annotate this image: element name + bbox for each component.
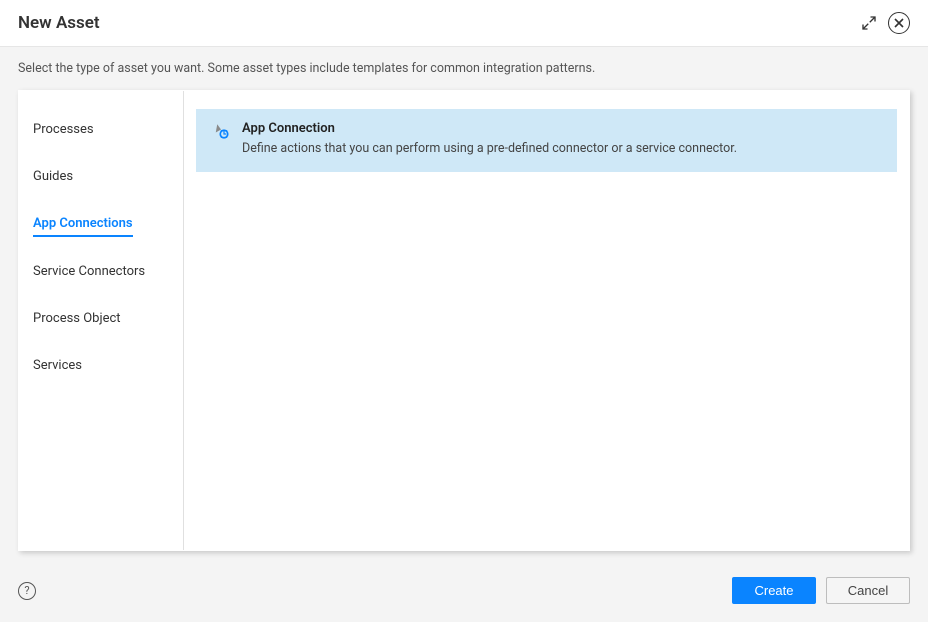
sidebar-item-services[interactable]: Services	[33, 353, 82, 378]
sidebar-item-service-connectors[interactable]: Service Connectors	[33, 259, 145, 284]
dialog-header: New Asset	[0, 0, 928, 47]
app-connection-card[interactable]: App Connection Define actions that you c…	[196, 109, 897, 172]
cancel-button[interactable]: Cancel	[826, 577, 910, 604]
content-area: Processes Guides App Connections Service…	[0, 90, 928, 565]
close-icon[interactable]	[888, 12, 910, 34]
help-icon[interactable]: ?	[18, 582, 36, 600]
card-body: App Connection Define actions that you c…	[242, 121, 881, 158]
sidebar-item-processes[interactable]: Processes	[33, 117, 94, 142]
dialog-title: New Asset	[18, 13, 100, 33]
sidebar-item-app-connections[interactable]: App Connections	[33, 211, 133, 237]
asset-panel: Processes Guides App Connections Service…	[18, 90, 910, 551]
description-text: Select the type of asset you want. Some …	[0, 47, 928, 90]
header-controls	[860, 12, 910, 34]
asset-type-sidebar: Processes Guides App Connections Service…	[19, 91, 184, 550]
card-title: App Connection	[242, 121, 881, 136]
main-panel: App Connection Define actions that you c…	[184, 91, 909, 550]
card-description: Define actions that you can perform usin…	[242, 140, 881, 158]
dialog-footer: ? Create Cancel	[0, 565, 928, 622]
sidebar-item-process-object[interactable]: Process Object	[33, 306, 121, 331]
create-button[interactable]: Create	[732, 577, 816, 604]
sidebar-item-guides[interactable]: Guides	[33, 164, 73, 189]
connector-icon	[212, 122, 230, 140]
new-asset-dialog: New Asset Select the type of asset you w…	[0, 0, 928, 622]
expand-icon[interactable]	[860, 14, 878, 32]
